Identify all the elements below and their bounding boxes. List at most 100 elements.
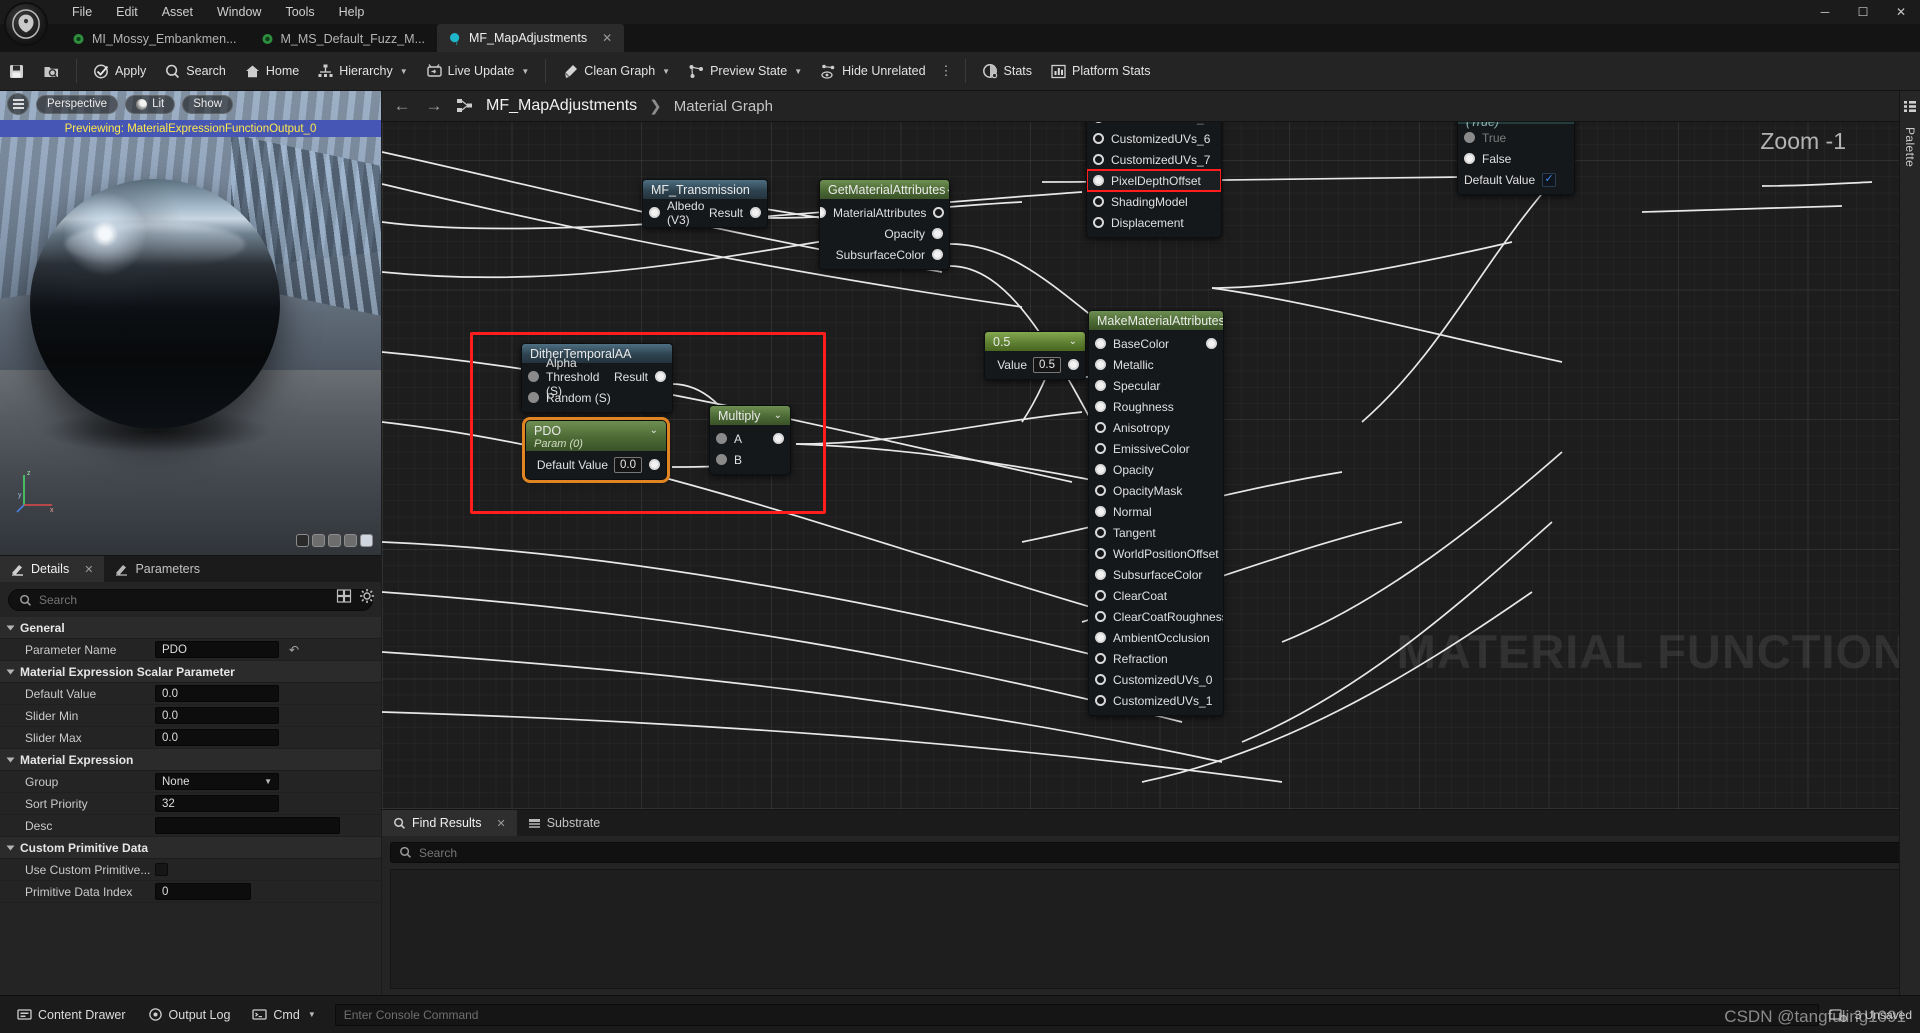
chevron-down-icon[interactable]: ⌄ bbox=[774, 410, 782, 421]
node-pin-row[interactable]: Alpha Threshold (S) Result bbox=[522, 356, 672, 398]
close-icon[interactable]: ✕ bbox=[602, 31, 612, 45]
node-pin-row[interactable]: Albedo (V3) Result bbox=[643, 199, 767, 227]
input-pin-icon[interactable] bbox=[528, 392, 539, 403]
apply-button[interactable]: Apply bbox=[85, 56, 154, 86]
section-header-general[interactable]: General bbox=[0, 617, 381, 639]
menu-window[interactable]: Window bbox=[205, 2, 273, 22]
viewport-view-mode-button[interactable]: Lit bbox=[125, 94, 176, 114]
close-icon[interactable]: ✕ bbox=[84, 563, 93, 576]
console-command-input[interactable]: Enter Console Command bbox=[334, 1003, 1819, 1026]
toolbar-overflow-button[interactable]: ⋮ bbox=[936, 63, 957, 79]
node-pin-row[interactable]: CustomizedUVs_6 bbox=[1087, 128, 1221, 149]
input-pin-icon[interactable] bbox=[1093, 133, 1104, 144]
unreal-engine-logo-icon[interactable] bbox=[4, 2, 48, 46]
node-pin-row[interactable]: Tangent bbox=[1089, 522, 1223, 543]
input-pin-icon[interactable] bbox=[716, 433, 727, 444]
menu-tools[interactable]: Tools bbox=[273, 2, 326, 22]
section-header-custom-primitive-data[interactable]: Custom Primitive Data bbox=[0, 837, 381, 859]
section-header-material-expression-scalar-parameter[interactable]: Material Expression Scalar Parameter bbox=[0, 661, 381, 683]
node-header[interactable]: Multiply ⌄ bbox=[710, 406, 790, 425]
output-pin-icon[interactable] bbox=[649, 459, 660, 470]
save-button[interactable] bbox=[0, 56, 33, 86]
menu-help[interactable]: Help bbox=[327, 2, 377, 22]
tab-details[interactable]: Details ✕ bbox=[0, 556, 105, 582]
node-pin-row[interactable]: ShadingModel bbox=[1087, 191, 1221, 212]
sort-priority-input[interactable]: 32 bbox=[155, 795, 279, 812]
menu-edit[interactable]: Edit bbox=[104, 2, 150, 22]
input-pin-icon[interactable] bbox=[1464, 153, 1475, 164]
node-pin-row[interactable]: MaterialAttributes bbox=[820, 202, 949, 223]
input-pin-icon[interactable] bbox=[1095, 674, 1106, 685]
tab-substrate[interactable]: Substrate bbox=[517, 810, 612, 836]
node-pin-row[interactable]: Roughness bbox=[1089, 396, 1223, 417]
input-pin-icon[interactable] bbox=[1095, 653, 1106, 664]
close-icon[interactable]: ✕ bbox=[496, 817, 505, 830]
minimize-button[interactable]: ─ bbox=[1806, 0, 1844, 24]
material-preview-viewport[interactable]: Perspective Lit Show Previewing: Materia… bbox=[0, 91, 381, 555]
clean-graph-button[interactable]: Clean Graph ▼ bbox=[554, 56, 678, 86]
node-pin-row[interactable]: Normal bbox=[1089, 501, 1223, 522]
input-pin-icon[interactable] bbox=[1095, 338, 1106, 349]
node-header[interactable]: PDO ⌄ Param (0) bbox=[526, 421, 666, 451]
search-button[interactable]: Search bbox=[156, 56, 234, 86]
default-value-input[interactable]: 0.0 bbox=[155, 685, 279, 702]
menu-asset[interactable]: Asset bbox=[150, 2, 205, 22]
input-pin-icon[interactable] bbox=[1095, 380, 1106, 391]
node-multiply[interactable]: Multiply ⌄ A B bbox=[709, 405, 791, 475]
revert-icon[interactable]: ↶ bbox=[289, 643, 299, 657]
input-pin-icon[interactable] bbox=[1095, 590, 1106, 601]
platform-stats-button[interactable]: Platform Stats bbox=[1042, 56, 1159, 86]
slider-min-input[interactable]: 0.0 bbox=[155, 707, 279, 724]
swatch-5[interactable] bbox=[360, 534, 373, 547]
group-dropdown[interactable]: None ▼ bbox=[155, 773, 279, 790]
parameter-name-input[interactable]: PDO bbox=[155, 641, 279, 658]
output-pin-icon[interactable] bbox=[933, 207, 945, 218]
palette-sidebar[interactable]: Palette bbox=[1899, 91, 1920, 995]
tab-m-ms-default-fuzz[interactable]: M_MS_Default_Fuzz_M... bbox=[249, 26, 438, 52]
node-pin-row[interactable]: OpacityMask bbox=[1089, 480, 1223, 501]
viewport-camera-mode-button[interactable]: Perspective bbox=[36, 94, 119, 114]
input-pin-icon[interactable] bbox=[1095, 548, 1106, 559]
input-pin-icon[interactable] bbox=[1093, 196, 1104, 207]
input-pin-icon[interactable] bbox=[1095, 422, 1106, 433]
viewport-background-swatches[interactable] bbox=[296, 534, 373, 547]
node-pin-row-pixel-depth-offset[interactable]: PixelDepthOffset bbox=[1087, 169, 1221, 192]
node-pin-row[interactable]: ClearCoat bbox=[1089, 585, 1223, 606]
node-pin-row[interactable]: ClearCoatRoughness bbox=[1089, 606, 1223, 627]
input-pin-icon[interactable] bbox=[1095, 485, 1106, 496]
use-custom-primitive-checkbox[interactable] bbox=[155, 863, 168, 876]
content-drawer-button[interactable]: Content Drawer bbox=[8, 1002, 135, 1028]
breadcrumb-asset-name[interactable]: MF_MapAdjustments bbox=[486, 97, 637, 115]
chevron-down-icon[interactable]: ⌄ bbox=[650, 425, 658, 436]
tab-find-results[interactable]: Find Results ✕ bbox=[382, 810, 517, 836]
primitive-data-index-input[interactable]: 0 bbox=[155, 883, 251, 900]
input-pin-icon[interactable] bbox=[1093, 175, 1104, 186]
node-pin-row[interactable]: Refraction bbox=[1089, 648, 1223, 669]
node-pin-row[interactable]: WorldPositionOffset bbox=[1089, 543, 1223, 564]
details-search-input[interactable] bbox=[39, 593, 289, 607]
input-pin-icon[interactable] bbox=[1093, 217, 1104, 228]
node-pin-row[interactable]: SubsurfaceColor bbox=[1089, 564, 1223, 585]
swatch-3[interactable] bbox=[328, 534, 341, 547]
output-pin-icon[interactable] bbox=[773, 433, 784, 444]
preview-state-button[interactable]: Preview State ▼ bbox=[680, 56, 810, 86]
live-update-button[interactable]: Live Update ▼ bbox=[418, 56, 538, 86]
input-pin-icon[interactable] bbox=[1095, 506, 1106, 517]
node-constant-half[interactable]: 0.5 ⌄ Value 0.5 bbox=[984, 331, 1086, 380]
node-pin-row[interactable]: False bbox=[1458, 148, 1574, 169]
node-pin-row[interactable]: CustomizedUVs_0 bbox=[1089, 669, 1223, 690]
swatch-2[interactable] bbox=[312, 534, 325, 547]
node-make-material-attributes[interactable]: MakeMaterialAttributes ⌄ BaseColor Metal… bbox=[1088, 310, 1224, 716]
preview-sphere-mesh[interactable] bbox=[30, 179, 280, 429]
node-pin-row[interactable]: Anisotropy bbox=[1089, 417, 1223, 438]
find-results-search-box[interactable] bbox=[390, 842, 1912, 863]
node-pin-row[interactable]: Opacity bbox=[820, 223, 949, 244]
node-pin-row[interactable]: SubsurfaceColor bbox=[820, 244, 949, 265]
desc-input[interactable] bbox=[155, 817, 340, 834]
node-pin-row[interactable]: EmissiveColor bbox=[1089, 438, 1223, 459]
details-search-box[interactable] bbox=[8, 589, 373, 611]
node-header[interactable]: Switch Param (True) bbox=[1458, 122, 1574, 129]
input-pin-icon[interactable] bbox=[649, 207, 660, 218]
node-pin-row[interactable]: A bbox=[710, 428, 790, 449]
node-header[interactable]: GetMaterialAttributes ⌄ bbox=[820, 180, 949, 199]
